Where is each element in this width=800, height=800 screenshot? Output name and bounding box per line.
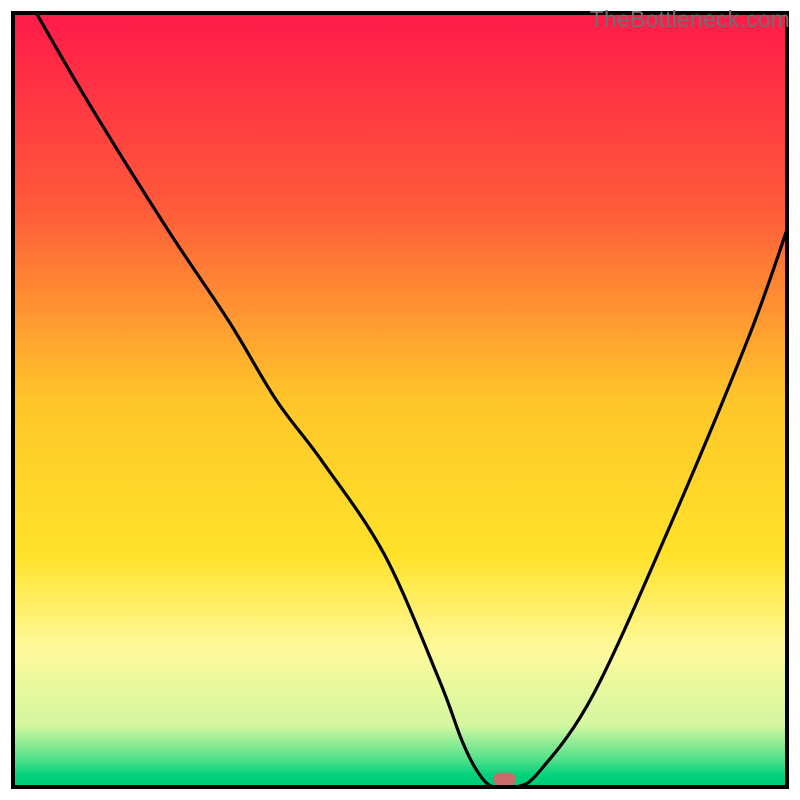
bottleneck-chart: TheBottleneck.com [0, 0, 800, 800]
chart-canvas [0, 0, 800, 800]
optimum-marker [493, 773, 515, 786]
watermark-text: TheBottleneck.com [590, 6, 790, 33]
gradient-background [13, 13, 787, 787]
